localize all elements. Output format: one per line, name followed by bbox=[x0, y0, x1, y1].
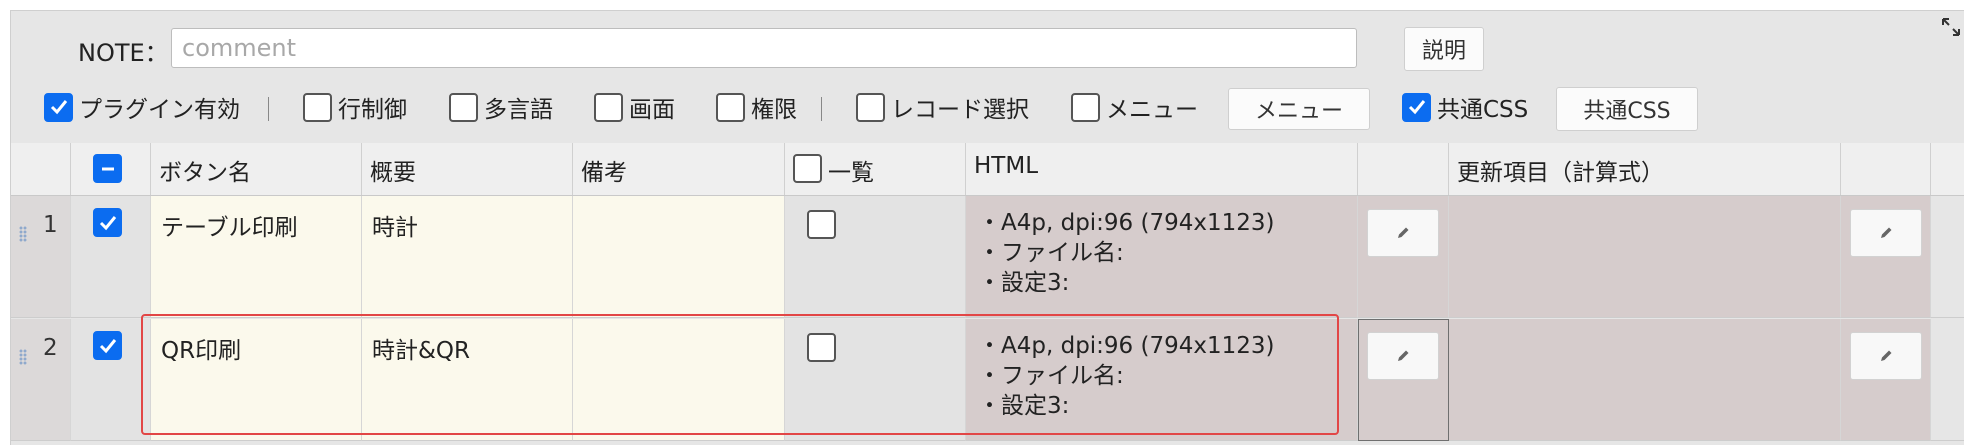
divider bbox=[821, 97, 822, 121]
option-common-css[interactable]: 共通CSS bbox=[1402, 87, 1528, 127]
edit-update-button[interactable] bbox=[1850, 332, 1922, 380]
option-label: メニュー bbox=[1106, 97, 1198, 123]
option-label: プラグイン有効 bbox=[79, 97, 240, 123]
list-header-checkbox[interactable] bbox=[793, 154, 822, 183]
html-edit-cell bbox=[1358, 196, 1449, 318]
header-update-edit bbox=[1841, 143, 1931, 195]
checkbox-multilingual[interactable] bbox=[449, 92, 478, 122]
edit-update-button[interactable] bbox=[1850, 209, 1922, 257]
table-row: 1 テーブル印刷 時計 ・A4p, dpi:96 (794x1123) ・ファイ… bbox=[11, 196, 1964, 318]
summary-text: 時計 bbox=[372, 215, 418, 241]
note-input[interactable] bbox=[171, 28, 1357, 68]
html-line: ・A4p, dpi:96 (794x1123) bbox=[978, 333, 1275, 359]
html-line: ・A4p, dpi:96 (794x1123) bbox=[978, 210, 1275, 236]
button-name-text: テーブル印刷 bbox=[161, 215, 298, 241]
html-line: ・ファイル名: bbox=[978, 363, 1124, 389]
row-number: 1 bbox=[43, 212, 58, 238]
row-filler bbox=[1931, 319, 1964, 441]
checkbox-menu[interactable] bbox=[1071, 92, 1100, 122]
header-rownum bbox=[11, 143, 71, 195]
checkbox-common-css[interactable] bbox=[1402, 92, 1431, 122]
pencil-icon bbox=[1398, 227, 1409, 238]
list-cell bbox=[785, 319, 966, 441]
remarks-cell[interactable] bbox=[573, 319, 785, 441]
checkbox-plugin-enabled[interactable] bbox=[44, 92, 73, 122]
checkbox-row-control[interactable] bbox=[303, 92, 332, 122]
pencil-icon bbox=[1398, 350, 1409, 361]
table-row: 2 QR印刷 時計&QR ・A4p, dpi:96 (794x1123) ・ファ… bbox=[11, 319, 1964, 441]
html-line: ・ファイル名: bbox=[978, 240, 1124, 266]
drag-handle-icon[interactable] bbox=[19, 349, 27, 365]
remarks-cell[interactable] bbox=[573, 196, 785, 318]
update-edit-cell bbox=[1841, 319, 1931, 441]
row-select-cell bbox=[71, 196, 151, 318]
row-number-cell: 1 bbox=[11, 196, 71, 318]
option-label: レコード選択 bbox=[891, 97, 1029, 123]
row-select-cell bbox=[71, 319, 151, 441]
pencil-icon bbox=[1881, 227, 1892, 238]
option-screen[interactable]: 画面 bbox=[594, 87, 675, 127]
pencil-icon bbox=[1881, 350, 1892, 361]
option-menu[interactable]: メニュー bbox=[1071, 87, 1198, 127]
row-number: 2 bbox=[43, 335, 58, 361]
edit-html-button[interactable] bbox=[1367, 209, 1439, 257]
checkbox-record-select[interactable] bbox=[856, 92, 885, 122]
help-button[interactable]: 説明 bbox=[1404, 27, 1484, 71]
divider bbox=[268, 97, 269, 121]
option-permission[interactable]: 権限 bbox=[716, 87, 797, 127]
list-checkbox[interactable] bbox=[807, 210, 836, 239]
checkbox-screen[interactable] bbox=[594, 92, 623, 122]
note-label: NOTE： bbox=[78, 39, 169, 67]
header-html-edit bbox=[1358, 143, 1449, 195]
html-cell: ・A4p, dpi:96 (794x1123) ・ファイル名: ・設定3: bbox=[966, 196, 1358, 318]
select-all-checkbox[interactable] bbox=[93, 154, 122, 183]
option-label: 行制御 bbox=[338, 97, 407, 123]
button-name-cell[interactable]: QR印刷 bbox=[151, 319, 362, 441]
common-css-button[interactable]: 共通CSS bbox=[1556, 87, 1698, 131]
html-edit-cell bbox=[1358, 319, 1449, 441]
list-cell bbox=[785, 196, 966, 318]
option-row-control[interactable]: 行制御 bbox=[303, 87, 407, 127]
html-line: ・設定3: bbox=[978, 393, 1070, 419]
edit-html-button[interactable] bbox=[1367, 332, 1439, 380]
checkbox-permission[interactable] bbox=[716, 92, 745, 122]
summary-cell[interactable]: 時計&QR bbox=[362, 319, 573, 441]
option-label: 権限 bbox=[751, 97, 797, 123]
expand-icon[interactable] bbox=[1941, 17, 1961, 37]
html-line: ・設定3: bbox=[978, 270, 1070, 296]
row-filler bbox=[1931, 196, 1964, 318]
header-list: 一覧 bbox=[785, 143, 966, 195]
button-name-cell[interactable]: テーブル印刷 bbox=[151, 196, 362, 318]
header-button-name: ボタン名 bbox=[151, 143, 362, 195]
table-header: ボタン名 概要 備考 一覧 HTML 更新項目（計算式） bbox=[11, 143, 1964, 196]
option-label: 画面 bbox=[629, 97, 675, 123]
row-number-cell: 2 bbox=[11, 319, 71, 441]
row-select-checkbox[interactable] bbox=[93, 331, 122, 360]
option-plugin-enabled[interactable]: プラグイン有効 bbox=[44, 87, 240, 127]
header-update-items: 更新項目（計算式） bbox=[1449, 143, 1841, 195]
header-list-label: 一覧 bbox=[828, 160, 874, 186]
option-record-select[interactable]: レコード選択 bbox=[856, 87, 1029, 127]
header-html: HTML bbox=[966, 143, 1358, 195]
option-label: 多言語 bbox=[484, 97, 553, 123]
row-select-checkbox[interactable] bbox=[93, 208, 122, 237]
html-cell: ・A4p, dpi:96 (794x1123) ・ファイル名: ・設定3: bbox=[966, 319, 1358, 441]
update-edit-cell bbox=[1841, 196, 1931, 318]
settings-panel: NOTE： 説明 プラグイン有効 行制御 多言語 画面 権限 レコード選択 メニ… bbox=[10, 10, 1964, 445]
menu-button[interactable]: メニュー bbox=[1228, 88, 1370, 130]
summary-text: 時計&QR bbox=[372, 338, 471, 364]
update-items-cell[interactable] bbox=[1449, 196, 1841, 318]
list-checkbox[interactable] bbox=[807, 333, 836, 362]
option-label: 共通CSS bbox=[1437, 97, 1529, 123]
option-multilingual[interactable]: 多言語 bbox=[449, 87, 553, 127]
header-summary: 概要 bbox=[362, 143, 573, 195]
header-remarks: 備考 bbox=[573, 143, 785, 195]
update-items-cell[interactable] bbox=[1449, 319, 1841, 441]
button-name-text: QR印刷 bbox=[161, 338, 242, 364]
header-select-all bbox=[71, 143, 151, 195]
drag-handle-icon[interactable] bbox=[19, 226, 27, 242]
summary-cell[interactable]: 時計 bbox=[362, 196, 573, 318]
